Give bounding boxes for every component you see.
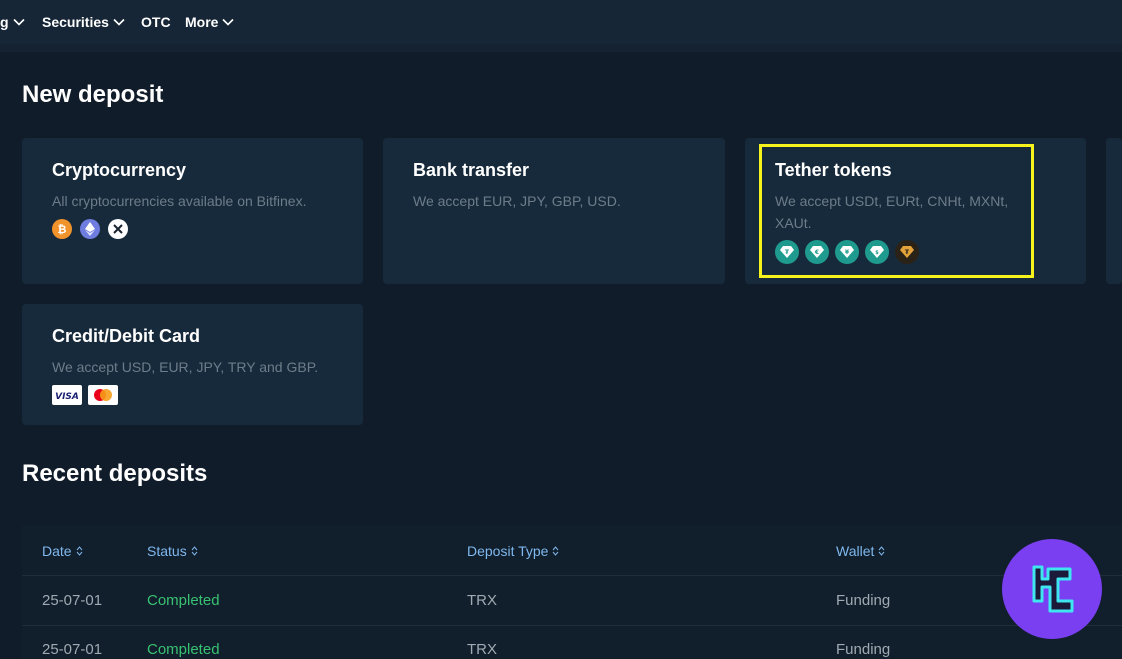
- svg-text:₿: ₿: [58, 223, 67, 235]
- cell-deposit-type: TRX: [467, 641, 497, 658]
- card-title: Cryptocurrency: [52, 160, 187, 180]
- card-title: Bank transfer: [413, 160, 530, 180]
- visa-icon: VISA: [52, 385, 82, 405]
- card-credit-debit[interactable]: Credit/Debit Card We accept USD, EUR, JP…: [22, 304, 363, 425]
- sort-icon: [879, 546, 885, 556]
- nav-item-label: g: [0, 14, 9, 30]
- card-description: We accept USD, EUR, JPY, TRY and GBP.: [52, 359, 319, 375]
- mastercard-icon: [88, 385, 118, 405]
- top-navigation-shadow: [0, 44, 1122, 52]
- nav-item-securities[interactable]: Securities: [42, 13, 125, 31]
- column-header-wallet[interactable]: Wallet: [836, 543, 885, 559]
- nav-item-more[interactable]: More: [185, 13, 235, 31]
- card-description: All cryptocurrencies available on Bitfin…: [52, 193, 307, 209]
- nav-item-label: More: [185, 14, 219, 30]
- cell-wallet: Funding: [836, 641, 891, 658]
- card-description: We accept EUR, JPY, GBP, USD.: [413, 193, 621, 209]
- nav-item-label: OTC: [141, 14, 171, 30]
- card-partial[interactable]: [1106, 138, 1122, 284]
- deposits-table: Date Status Deposit Type Wallet 25-07-01…: [22, 525, 1122, 659]
- svg-text:VISA: VISA: [55, 392, 79, 401]
- column-header-deposit-type[interactable]: Deposit Type: [467, 543, 559, 559]
- column-header-date[interactable]: Date: [42, 543, 83, 559]
- cell-status: Completed: [147, 592, 220, 609]
- chevron-down-icon: [12, 18, 25, 26]
- cell-date: 25-07-01: [42, 592, 103, 609]
- card-cryptocurrency[interactable]: Cryptocurrency All cryptocurrencies avai…: [22, 138, 363, 284]
- sort-icon: [553, 546, 559, 556]
- highlight-box: [759, 144, 1034, 278]
- card-title: Credit/Debit Card: [52, 326, 201, 346]
- card-icons: VISA: [52, 385, 118, 405]
- row-divider: [22, 625, 1122, 626]
- cell-status: Completed: [147, 641, 220, 658]
- cell-deposit-type: TRX: [467, 592, 497, 609]
- cell-wallet: Funding: [836, 592, 891, 609]
- ethereum-icon: [80, 219, 100, 239]
- column-header-status[interactable]: Status: [147, 543, 198, 559]
- watermark-logo-icon: [1002, 539, 1102, 639]
- nav-item-trading[interactable]: g: [0, 13, 25, 31]
- sort-icon: [76, 546, 82, 556]
- card-icons: ₿: [52, 219, 128, 239]
- row-divider: [22, 575, 1122, 576]
- recent-deposits-heading: Recent deposits: [22, 460, 208, 487]
- cell-date: 25-07-01: [42, 641, 103, 658]
- chevron-down-icon: [113, 18, 125, 26]
- nav-item-otc[interactable]: OTC: [141, 13, 171, 31]
- sort-icon: [191, 546, 198, 556]
- bitcoin-icon: ₿: [52, 219, 72, 239]
- xrp-icon: [108, 219, 128, 239]
- card-bank-transfer[interactable]: Bank transfer We accept EUR, JPY, GBP, U…: [383, 138, 725, 284]
- new-deposit-heading: New deposit: [22, 81, 164, 108]
- nav-item-label: Securities: [42, 14, 109, 30]
- chevron-down-icon: [222, 18, 235, 26]
